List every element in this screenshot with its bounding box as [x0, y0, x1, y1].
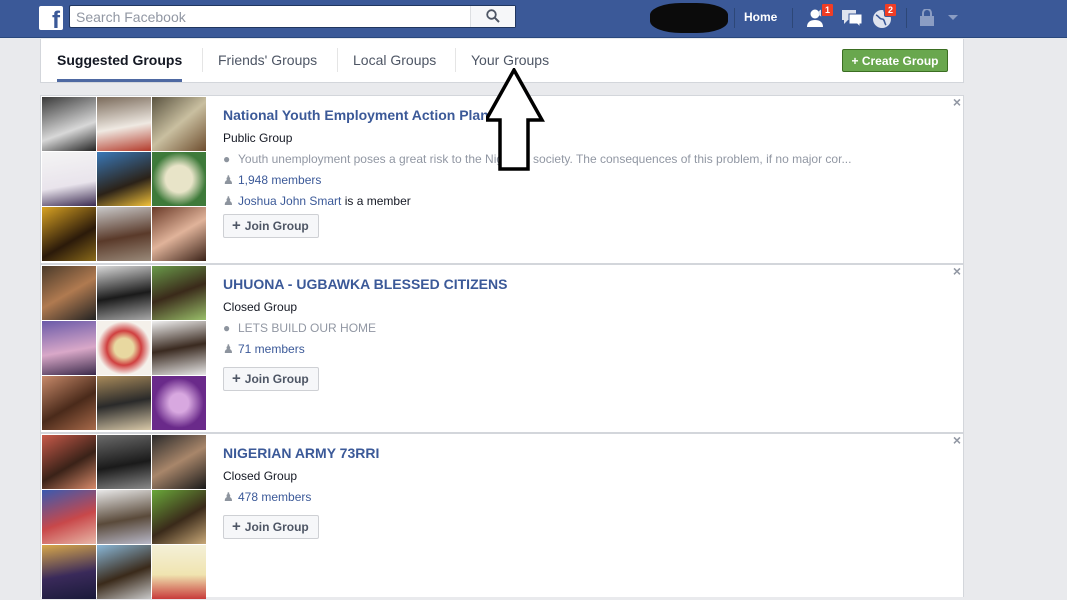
group-privacy: Public Group	[223, 131, 293, 145]
member-photo[interactable]	[97, 376, 151, 430]
join-group-button[interactable]: + Join Group	[223, 367, 319, 391]
join-group-button[interactable]: + Join Group	[223, 515, 319, 539]
group-privacy: Closed Group	[223, 300, 298, 314]
tab-suggested-groups[interactable]: Suggested Groups	[57, 39, 183, 82]
friend-member-suffix: is a member	[341, 194, 411, 208]
group-member-count[interactable]: 478 members	[238, 490, 311, 504]
nav-divider	[734, 8, 735, 28]
info-icon: ●	[223, 152, 231, 166]
member-photo[interactable]	[42, 97, 96, 151]
member-photo[interactable]	[152, 376, 206, 430]
member-photo[interactable]	[97, 152, 151, 206]
notifications-badge: 2	[884, 3, 898, 17]
plus-icon: +	[232, 370, 241, 387]
member-photo[interactable]	[42, 266, 96, 320]
member-photo[interactable]	[97, 321, 151, 375]
friend-member-name[interactable]: Joshua John Smart	[238, 194, 341, 208]
member-photo[interactable]	[97, 490, 151, 544]
tab-divider	[455, 48, 456, 72]
member-photo[interactable]	[97, 266, 151, 320]
group-description: LETS BUILD OUR HOME	[238, 321, 377, 335]
group-members-row: ♟ 1,948 members	[223, 173, 321, 187]
tab-local-groups[interactable]: Local Groups	[353, 39, 436, 82]
join-group-label: Join Group	[244, 219, 309, 233]
friend-requests-button[interactable]: 1	[806, 3, 835, 30]
group-name[interactable]: NIGERIAN ARMY 73RRI	[223, 445, 379, 461]
join-group-button[interactable]: + Join Group	[223, 214, 319, 238]
member-photo[interactable]	[42, 321, 96, 375]
search-icon	[486, 9, 500, 23]
nav-divider	[792, 8, 793, 28]
group-privacy: Closed Group	[223, 469, 298, 483]
chevron-down-icon	[948, 15, 958, 20]
group-member-photos	[42, 97, 207, 262]
member-photo[interactable]	[42, 435, 96, 489]
members-icon: ♟	[223, 173, 234, 187]
group-members-row: ♟ 478 members	[223, 490, 311, 504]
member-photo[interactable]	[97, 97, 151, 151]
group-member-count[interactable]: 1,948 members	[238, 173, 321, 187]
group-members-row: ♟ 71 members	[223, 342, 305, 356]
join-group-label: Join Group	[244, 520, 309, 534]
privacy-shortcuts-button[interactable]	[918, 8, 958, 32]
member-photo[interactable]	[97, 207, 151, 261]
friend-icon: ♟	[223, 194, 234, 208]
friend-member-row: ♟ Joshua John Smart is a member	[223, 194, 411, 208]
search-box	[69, 5, 516, 28]
member-photo[interactable]	[42, 490, 96, 544]
notifications-button[interactable]: 2	[871, 3, 898, 30]
search-input[interactable]	[70, 6, 482, 27]
dismiss-suggestion-button[interactable]: ×	[953, 432, 961, 448]
group-member-photos	[42, 435, 207, 600]
nav-divider	[906, 8, 907, 28]
members-icon: ♟	[223, 490, 234, 504]
plus-icon: +	[232, 217, 241, 234]
lock-icon	[920, 8, 958, 26]
member-photo[interactable]	[152, 435, 206, 489]
join-group-label: Join Group	[244, 372, 309, 386]
group-name[interactable]: National Youth Employment Action Plan	[223, 107, 489, 123]
dismiss-suggestion-button[interactable]: ×	[953, 263, 961, 279]
plus-icon: +	[232, 518, 241, 535]
member-photo[interactable]	[152, 321, 206, 375]
annotation-up-arrow-icon	[486, 68, 545, 171]
group-name[interactable]: UHUONA - UGBAWKA BLESSED CITIZENS	[223, 276, 507, 292]
create-group-button[interactable]: + Create Group	[842, 49, 948, 72]
facebook-logo-letter: f	[52, 7, 60, 34]
tab-friends-groups[interactable]: Friends' Groups	[218, 39, 317, 82]
group-card: NIGERIAN ARMY 73RRI Closed Group ♟ 478 me…	[40, 432, 964, 600]
group-member-photos	[42, 266, 207, 431]
group-card: UHUONA - UGBAWKA BLESSED CITIZENS Closed…	[40, 263, 964, 433]
members-icon: ♟	[223, 342, 234, 356]
member-photo[interactable]	[42, 152, 96, 206]
search-button[interactable]	[470, 6, 515, 27]
member-photo[interactable]	[152, 266, 206, 320]
member-photo[interactable]	[42, 545, 96, 599]
facebook-logo[interactable]: f	[39, 6, 63, 34]
group-description-row: ● LETS BUILD OUR HOME	[223, 321, 376, 335]
member-photo[interactable]	[152, 97, 206, 151]
member-photo[interactable]	[42, 207, 96, 261]
member-photo[interactable]	[152, 545, 206, 599]
member-photo[interactable]	[152, 490, 206, 544]
friend-requests-badge: 1	[821, 3, 835, 17]
messages-button[interactable]	[840, 6, 864, 30]
info-icon: ●	[223, 321, 231, 335]
group-member-count[interactable]: 71 members	[238, 342, 305, 356]
redacted-profile-name	[650, 3, 728, 33]
member-photo[interactable]	[152, 207, 206, 261]
dismiss-suggestion-button[interactable]: ×	[953, 94, 961, 110]
member-photo[interactable]	[97, 435, 151, 489]
home-link[interactable]: Home	[744, 10, 777, 24]
top-navigation-bar: f Home 1 2	[0, 0, 1067, 38]
member-photo[interactable]	[152, 152, 206, 206]
member-photo[interactable]	[97, 545, 151, 599]
tab-divider	[337, 48, 338, 72]
messages-icon	[842, 10, 863, 29]
tab-divider	[202, 48, 203, 72]
member-photo[interactable]	[42, 376, 96, 430]
